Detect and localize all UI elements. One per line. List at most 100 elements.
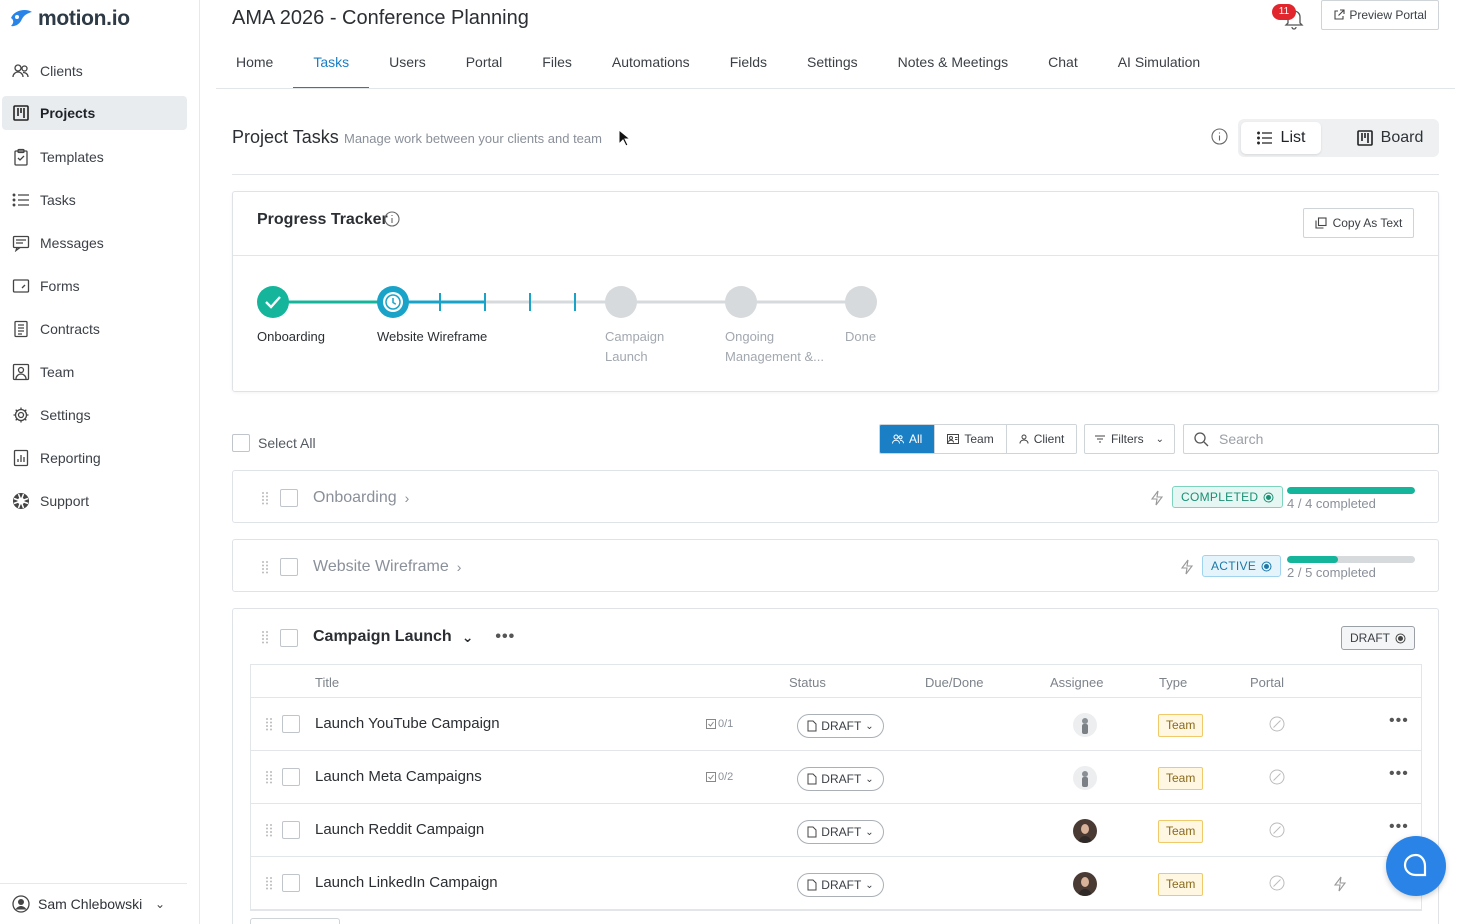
tab-automations[interactable]: Automations	[592, 38, 710, 89]
copy-as-text-button[interactable]: Copy As Text	[1303, 208, 1414, 238]
task-status-dropdown[interactable]: DRAFT ⌄	[797, 820, 884, 844]
info-icon[interactable]	[1211, 128, 1228, 145]
task-checkbox[interactable]	[282, 768, 300, 786]
select-all[interactable]: Select All	[232, 434, 316, 452]
drag-handle-icon[interactable]	[265, 876, 273, 890]
info-icon[interactable]	[384, 211, 400, 227]
task-status-dropdown[interactable]: DRAFT ⌄	[797, 767, 884, 791]
tab-files[interactable]: Files	[522, 38, 592, 89]
preview-portal-button[interactable]: Preview Portal	[1321, 0, 1439, 30]
phase-checkbox[interactable]	[280, 629, 298, 647]
drag-handle-icon[interactable]	[261, 491, 269, 505]
automation-bolt-icon[interactable]	[1150, 490, 1164, 506]
filter-client-button[interactable]: Client	[1006, 425, 1077, 453]
table-row[interactable]: Launch LinkedIn Campaign DRAFT ⌄ Team	[251, 857, 1421, 910]
sidebar-item-team[interactable]: Team	[0, 350, 187, 393]
chat-support-button[interactable]	[1386, 836, 1446, 896]
drag-handle-icon[interactable]	[261, 560, 269, 574]
column-header-type[interactable]: Type	[1159, 675, 1187, 690]
task-checkbox[interactable]	[282, 874, 300, 892]
task-title[interactable]: Launch YouTube Campaign	[315, 715, 500, 732]
logo[interactable]: motion.io	[8, 6, 130, 32]
tab-home[interactable]: Home	[216, 38, 293, 89]
task-checkbox[interactable]	[282, 715, 300, 733]
task-status-dropdown[interactable]: DRAFT ⌄	[797, 714, 884, 738]
chevron-down-icon: ⌄	[154, 897, 165, 911]
column-header-status[interactable]: Status	[789, 675, 826, 690]
avatar[interactable]	[1073, 766, 1097, 790]
sidebar-item-clients[interactable]: Clients	[0, 49, 187, 92]
sidebar-item-templates[interactable]: Templates	[0, 135, 187, 178]
drag-handle-icon[interactable]	[261, 630, 269, 644]
tab-settings[interactable]: Settings	[787, 38, 878, 89]
filter-team-button[interactable]: Team	[935, 425, 1007, 453]
table-row[interactable]: Launch YouTube Campaign 0/1 DRAFT ⌄ Team …	[251, 698, 1421, 751]
task-title[interactable]: Launch Reddit Campaign	[315, 821, 484, 838]
add-task-button-partial[interactable]	[250, 918, 340, 924]
select-all-checkbox[interactable]	[232, 434, 250, 452]
search-input[interactable]	[1219, 431, 1419, 447]
tab-tasks[interactable]: Tasks	[293, 38, 370, 89]
automation-bolt-icon[interactable]	[1180, 559, 1194, 575]
tab-users[interactable]: Users	[369, 38, 446, 89]
column-header-portal[interactable]: Portal	[1250, 675, 1284, 690]
more-options-icon[interactable]: •••	[495, 628, 515, 646]
table-row[interactable]: Launch Reddit Campaign DRAFT ⌄ Team •••	[251, 804, 1421, 857]
column-header-title[interactable]: Title	[315, 675, 339, 690]
task-checkbox[interactable]	[282, 821, 300, 839]
more-options-icon[interactable]: •••	[1389, 712, 1409, 730]
phase-row-onboarding[interactable]: Onboarding › COMPLETED 4 / 4 completed	[232, 470, 1439, 523]
sidebar-item-messages[interactable]: Messages	[0, 221, 187, 264]
automation-bolt-icon[interactable]	[1333, 876, 1347, 892]
portal-hidden-icon[interactable]	[1269, 822, 1285, 838]
list-view-button[interactable]: List	[1241, 122, 1321, 154]
chevron-down-icon[interactable]: ⌄	[462, 629, 474, 646]
filter-all-button[interactable]: All	[880, 425, 936, 453]
list-view-label: List	[1280, 129, 1306, 146]
task-title[interactable]: Launch LinkedIn Campaign	[315, 874, 498, 891]
more-options-icon[interactable]: •••	[1389, 765, 1409, 783]
filters-dropdown[interactable]: Filters ⌄	[1084, 424, 1175, 454]
column-header-due[interactable]: Due/Done	[925, 675, 984, 690]
task-title[interactable]: Launch Meta Campaigns	[315, 768, 482, 785]
phase-checkbox[interactable]	[280, 558, 298, 576]
column-header-assignee[interactable]: Assignee	[1050, 675, 1103, 690]
portal-hidden-icon[interactable]	[1269, 716, 1285, 732]
sidebar-item-support[interactable]: Support	[0, 479, 187, 522]
drag-handle-icon[interactable]	[265, 717, 273, 731]
status-badge[interactable]: DRAFT	[1341, 626, 1415, 650]
avatar[interactable]	[1073, 872, 1097, 896]
tab-fields[interactable]: Fields	[710, 38, 787, 89]
phase-checkbox[interactable]	[280, 489, 298, 507]
board-view-button[interactable]: Board	[1350, 122, 1430, 154]
status-badge[interactable]: ACTIVE	[1202, 555, 1282, 577]
drag-handle-icon[interactable]	[265, 770, 273, 784]
avatar[interactable]	[1073, 819, 1097, 843]
sidebar-item-contracts[interactable]: Contracts	[0, 307, 187, 350]
phase-name[interactable]: Onboarding ›	[313, 489, 409, 507]
phase-row-website-wireframe[interactable]: Website Wireframe › ACTIVE 2 / 5 complet…	[232, 539, 1439, 592]
chevron-down-icon: ⌄	[865, 773, 874, 785]
drag-handle-icon[interactable]	[265, 823, 273, 837]
tab-ai-simulation[interactable]: AI Simulation	[1098, 38, 1220, 89]
sidebar-item-tasks[interactable]: Tasks	[0, 178, 187, 221]
tab-chat[interactable]: Chat	[1028, 38, 1098, 89]
sidebar-item-forms[interactable]: Forms	[0, 264, 187, 307]
phase-name[interactable]: Campaign Launch ⌄ •••	[313, 628, 515, 646]
sidebar-item-settings[interactable]: Settings	[0, 393, 187, 436]
tab-notes-meetings[interactable]: Notes & Meetings	[878, 38, 1029, 89]
phase-name[interactable]: Website Wireframe ›	[313, 558, 461, 576]
more-options-icon[interactable]: •••	[1389, 818, 1409, 836]
sidebar-item-projects[interactable]: Projects	[2, 96, 187, 130]
status-target-icon	[1395, 633, 1406, 643]
sidebar-item-reporting[interactable]: Reporting	[0, 436, 187, 479]
tab-portal[interactable]: Portal	[446, 38, 523, 89]
avatar[interactable]	[1073, 713, 1097, 737]
status-badge[interactable]: COMPLETED	[1172, 486, 1284, 508]
user-menu[interactable]: Sam Chlebowski ⌄	[0, 883, 187, 924]
portal-hidden-icon[interactable]	[1269, 769, 1285, 785]
table-row[interactable]: Launch Meta Campaigns 0/2 DRAFT ⌄ Team ••…	[251, 751, 1421, 804]
task-status-dropdown[interactable]: DRAFT ⌄	[797, 873, 884, 897]
chevron-down-icon: ⌄	[1155, 433, 1165, 445]
portal-hidden-icon[interactable]	[1269, 875, 1285, 891]
